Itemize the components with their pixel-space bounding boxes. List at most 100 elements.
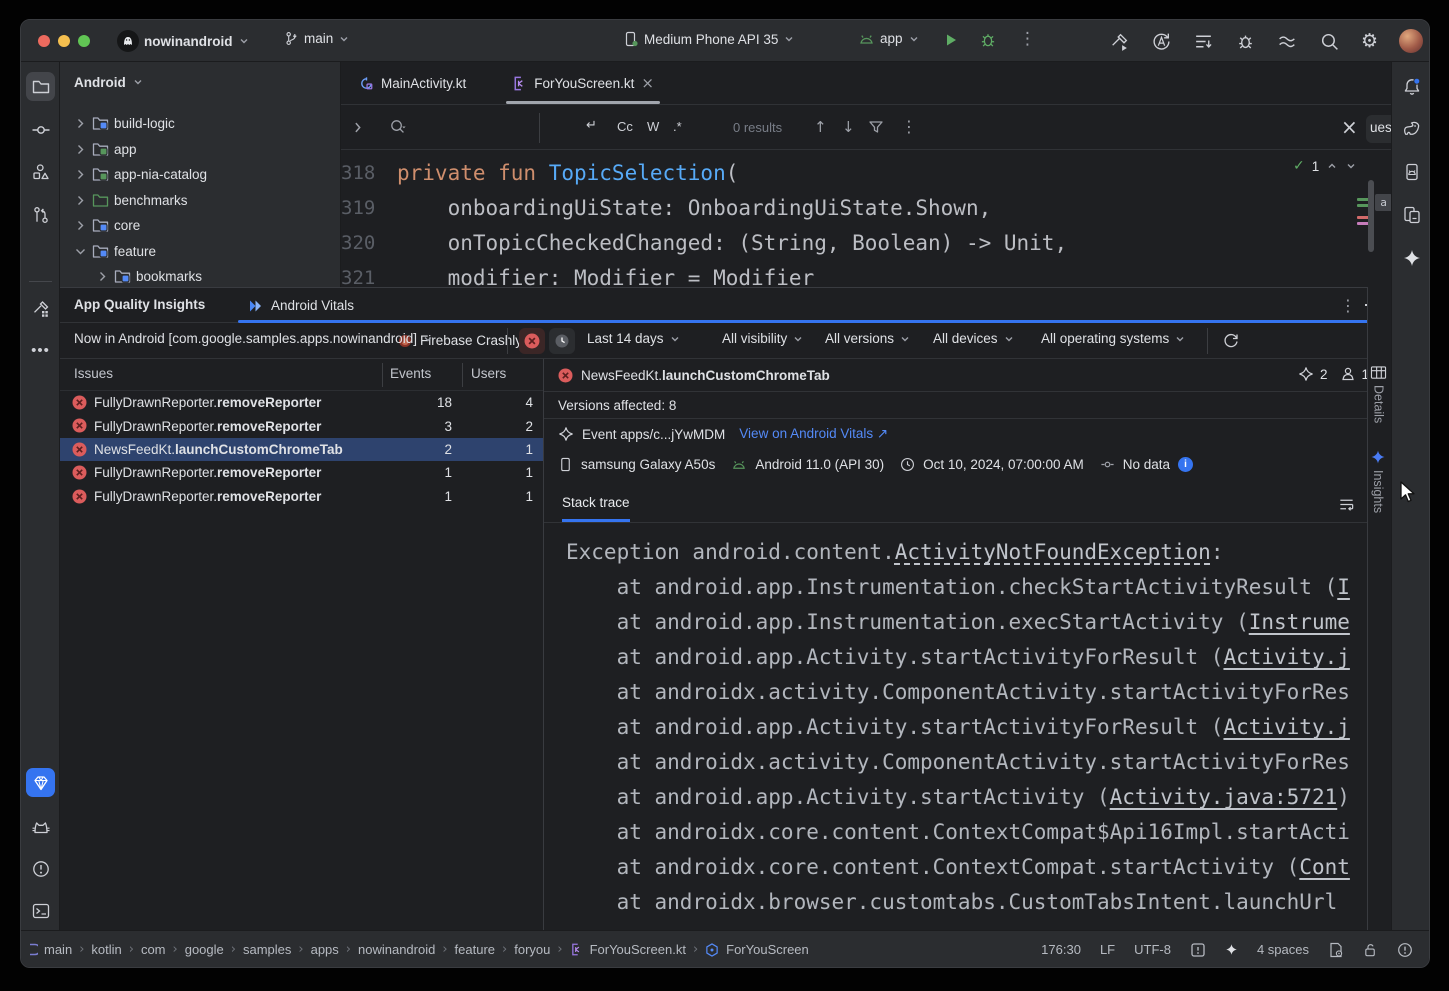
filter-dropdown-last-14-days[interactable]: Last 14 days: [587, 331, 681, 346]
anr-filter-toggle[interactable]: [549, 328, 575, 354]
issue-row[interactable]: FullyDrawnReporter.removeReporter11: [60, 485, 543, 508]
collapse-find-icon[interactable]: [351, 121, 364, 134]
stack-trace-line[interactable]: at androidx.activity.ComponentActivity.s…: [566, 745, 1367, 780]
column-header-issues[interactable]: Issues: [74, 366, 113, 381]
chevron-right-icon[interactable]: [74, 143, 87, 156]
commit-tool-button[interactable]: [26, 115, 55, 144]
prev-problem-icon[interactable]: [1326, 160, 1338, 172]
breadcrumb-item-ForYouScreen.kt[interactable]: ForYouScreen.kt: [570, 942, 686, 957]
wrap-lines-icon[interactable]: [1338, 496, 1355, 513]
filter-dropdown-all-devices[interactable]: All devices: [933, 331, 1015, 346]
issue-row[interactable]: NewsFeedKt.launchCustomChromeTab21: [60, 438, 543, 461]
stack-frame-link[interactable]: I: [1337, 575, 1350, 599]
more-search-options-icon[interactable]: ⋮: [901, 117, 917, 136]
tree-item-app[interactable]: app: [60, 137, 340, 163]
search-input[interactable]: [419, 113, 531, 141]
column-header-events[interactable]: Events: [390, 366, 431, 381]
line-ending[interactable]: LF: [1100, 942, 1115, 957]
breadcrumb-item-google[interactable]: google: [185, 942, 224, 957]
filter-dropdown-all-versions[interactable]: All versions: [825, 331, 911, 346]
stack-frame-link[interactable]: Activity.java:5721: [1110, 785, 1338, 809]
filter-search-icon[interactable]: [868, 119, 884, 135]
breadcrumb-item-nowinandroid[interactable]: nowinandroid: [358, 942, 435, 957]
breadcrumb-item-main[interactable]: main: [44, 942, 72, 957]
match-case-toggle[interactable]: Cc: [617, 119, 633, 134]
chevron-right-icon[interactable]: [74, 219, 87, 232]
minimize-window-button[interactable]: [58, 35, 70, 47]
terminal-tool-button[interactable]: [26, 896, 55, 925]
file-encoding[interactable]: UTF-8: [1134, 942, 1171, 957]
stack-frame-link[interactable]: ActivityNotFoundException: [895, 540, 1211, 564]
gemini-button[interactable]: [1397, 243, 1426, 272]
build-variants-icon[interactable]: [1193, 31, 1214, 52]
app-scope-dropdown[interactable]: Now in Android [com.google.samples.apps.…: [74, 331, 434, 346]
build-tool-button[interactable]: [26, 294, 55, 323]
app-quality-insights-tool-button[interactable]: [26, 768, 55, 797]
words-toggle[interactable]: W: [647, 119, 659, 134]
regex-toggle[interactable]: .*: [673, 119, 682, 134]
code-line[interactable]: 319 onboardingUiState: OnboardingUiState…: [341, 190, 1391, 225]
resource-manager-tool-button[interactable]: [26, 157, 55, 186]
logcat-tool-button[interactable]: [26, 812, 55, 841]
highlight-level-icon[interactable]: [1190, 942, 1206, 958]
error-summary-icon[interactable]: [1397, 942, 1413, 958]
build-icon[interactable]: [1109, 31, 1130, 52]
tab-insights[interactable]: Insights: [1370, 449, 1386, 513]
project-tool-button[interactable]: [26, 72, 55, 101]
stack-trace-line[interactable]: at android.app.Activity.startActivityFor…: [566, 640, 1367, 675]
breadcrumb-item-apps[interactable]: apps: [311, 942, 339, 957]
tab-details[interactable]: Details: [1370, 365, 1387, 423]
maximize-window-button[interactable]: [78, 35, 90, 47]
stack-frame-link[interactable]: Activity.j: [1223, 645, 1349, 669]
breadcrumb-item-samples[interactable]: samples: [243, 942, 291, 957]
stack-frame-link[interactable]: Instrume: [1249, 610, 1350, 634]
branch-selector[interactable]: main: [284, 31, 350, 46]
refresh-icon[interactable]: [1222, 331, 1240, 349]
notifications-button[interactable]: [1397, 72, 1426, 101]
tree-item-build-logic[interactable]: build-logic: [60, 111, 340, 137]
more-tool-windows-button[interactable]: •••: [26, 336, 55, 365]
stack-trace-line[interactable]: at androidx.core.content.ContextCompat$A…: [566, 815, 1367, 850]
close-window-button[interactable]: [38, 35, 50, 47]
chevron-right-icon[interactable]: [74, 117, 87, 130]
project-selector[interactable]: nowinandroid: [117, 30, 250, 52]
next-occurrence-icon[interactable]: ↓: [842, 118, 855, 136]
sync-project-icon[interactable]: [1151, 31, 1172, 52]
breadcrumb-item-com[interactable]: com: [141, 942, 166, 957]
stack-trace-line[interactable]: at androidx.core.content.ContextCompat.s…: [566, 850, 1367, 885]
previous-occurrence-icon[interactable]: ↑: [814, 118, 827, 136]
chevron-right-icon[interactable]: [96, 270, 109, 283]
column-header-users[interactable]: Users: [471, 366, 506, 381]
breadcrumb-item-ForYouScreen[interactable]: ForYouScreen: [705, 942, 809, 957]
running-devices-button[interactable]: [1397, 157, 1426, 186]
tree-item-core[interactable]: core: [60, 213, 340, 239]
search-everywhere-icon[interactable]: [1319, 31, 1340, 52]
tree-item-bookmarks[interactable]: bookmarks: [60, 264, 340, 287]
newline-icon[interactable]: ↵: [586, 118, 597, 133]
stack-trace[interactable]: Exception android.content.ActivityNotFou…: [544, 535, 1367, 920]
close-find-icon[interactable]: ×: [1341, 115, 1358, 139]
crash-filter-toggle[interactable]: [519, 328, 545, 354]
more-run-options-icon[interactable]: ⋮: [1019, 29, 1036, 49]
filter-dropdown-all-operating-systems[interactable]: All operating systems: [1041, 331, 1186, 346]
tree-item-benchmarks[interactable]: benchmarks: [60, 188, 340, 214]
breadcrumb-item-kotlin[interactable]: kotlin: [91, 942, 121, 957]
code-style-icon[interactable]: [1328, 942, 1344, 958]
filter-dropdown-all-visibility[interactable]: All visibility: [722, 331, 804, 346]
profiler-icon[interactable]: [1235, 31, 1256, 52]
pull-requests-tool-button[interactable]: [26, 200, 55, 229]
code-viewport[interactable]: 318private fun TopicSelection(319 onboar…: [341, 155, 1391, 287]
device-selector[interactable]: Medium Phone API 35: [623, 31, 795, 47]
app-inspection-icon[interactable]: [1277, 31, 1298, 52]
editor-scrollbar[interactable]: [1368, 180, 1374, 252]
stack-trace-line[interactable]: at androidx.activity.ComponentActivity.s…: [566, 675, 1367, 710]
caret-position[interactable]: 176:30: [1041, 942, 1081, 957]
next-problem-icon[interactable]: [1345, 160, 1357, 172]
vitals-link[interactable]: View on Android Vitals ↗: [739, 426, 888, 442]
stack-trace-line[interactable]: at android.app.Activity.startActivity (A…: [566, 780, 1367, 815]
tab-android-vitals[interactable]: Android Vitals: [238, 288, 1367, 323]
avatar[interactable]: [1399, 29, 1423, 53]
stack-frame-link[interactable]: Activity.j: [1223, 715, 1349, 739]
run-configuration-selector[interactable]: app: [858, 31, 920, 46]
stack-frame-link[interactable]: Cont: [1299, 855, 1350, 879]
